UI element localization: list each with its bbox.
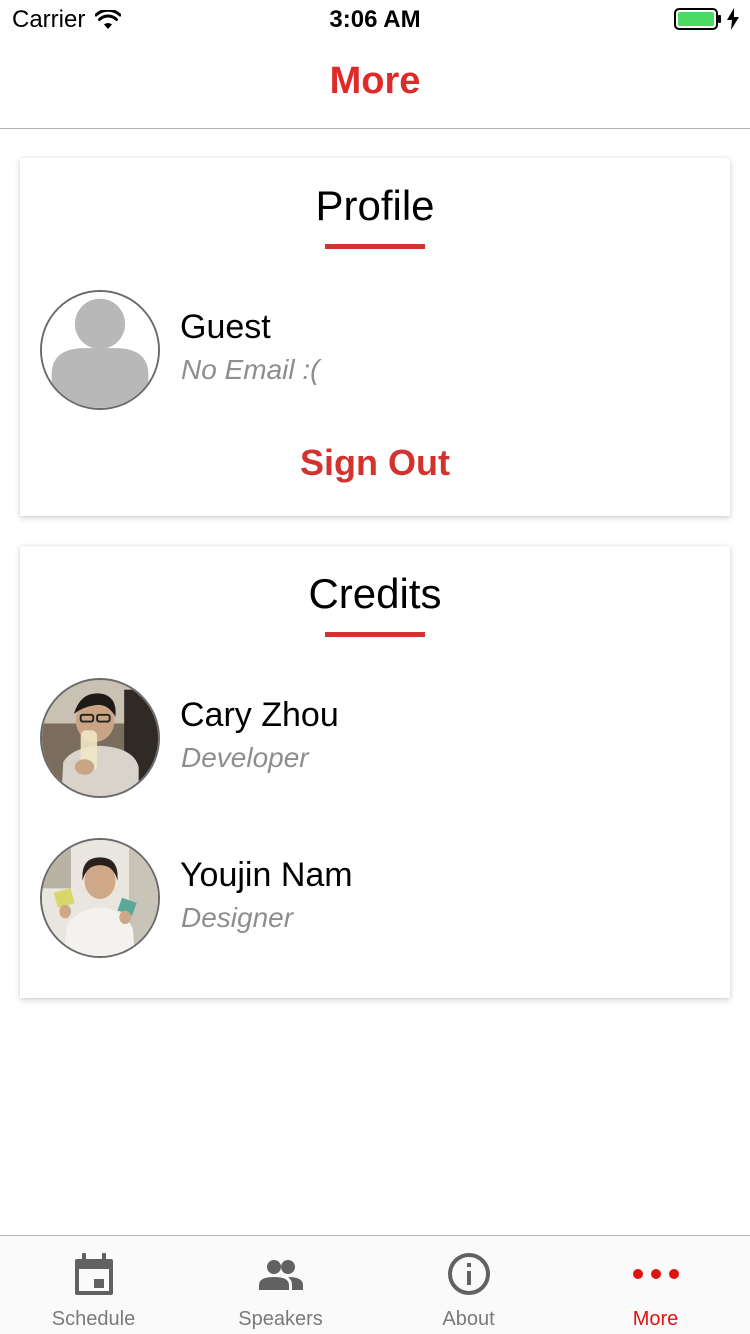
credit-name: Cary Zhou: [180, 696, 339, 734]
tab-about[interactable]: About: [375, 1236, 562, 1334]
profile-row: Guest No Email :(: [40, 290, 710, 410]
tab-more-label: More: [632, 1308, 679, 1330]
tab-schedule[interactable]: Schedule: [0, 1236, 187, 1334]
status-right: [674, 8, 740, 30]
calendar-icon: [74, 1253, 113, 1295]
guest-avatar-icon: [40, 290, 160, 410]
cary-zhou-avatar: [40, 678, 160, 798]
tab-bar: Schedule Speakers About More: [0, 1235, 750, 1334]
credit-row: Youjin Nam Designer: [40, 838, 710, 958]
profile-card: Profile Guest No Email :( Sign Out: [20, 158, 730, 516]
battery-icon: [674, 8, 721, 30]
profile-email: No Email :(: [181, 354, 320, 385]
more-screen: Carrier 3:06 AM More Profile Guest No Em…: [0, 0, 750, 1334]
tab-more[interactable]: More: [562, 1236, 749, 1334]
credits-card-title: Credits: [308, 570, 442, 617]
sign-out-button[interactable]: Sign Out: [20, 442, 730, 484]
credit-name: Youjin Nam: [180, 856, 353, 894]
more-dots-icon: [632, 1269, 679, 1279]
charging-bolt-icon: [727, 8, 739, 30]
info-icon: [447, 1253, 490, 1295]
status-bar: Carrier 3:06 AM: [0, 0, 750, 40]
credit-row: Cary Zhou Developer: [40, 678, 710, 798]
status-time: 3:06 AM: [329, 6, 421, 33]
credit-role: Developer: [181, 742, 309, 773]
credit-role: Designer: [181, 902, 294, 933]
tab-about-label: About: [442, 1308, 495, 1330]
tab-speakers[interactable]: Speakers: [187, 1236, 374, 1334]
page-title: More: [329, 60, 421, 102]
people-icon: [258, 1260, 303, 1290]
tab-speakers-label: Speakers: [238, 1308, 323, 1330]
profile-name: Guest: [180, 308, 271, 346]
credits-title-underline: [325, 632, 425, 637]
profile-card-title: Profile: [315, 182, 435, 229]
profile-title-underline: [325, 244, 425, 249]
navigation-bar: More: [0, 40, 750, 129]
youjin-nam-avatar: [40, 838, 160, 958]
tab-schedule-label: Schedule: [51, 1308, 136, 1330]
credits-card: Credits Cary Zhou Developer Youjin Nam D…: [20, 546, 730, 998]
